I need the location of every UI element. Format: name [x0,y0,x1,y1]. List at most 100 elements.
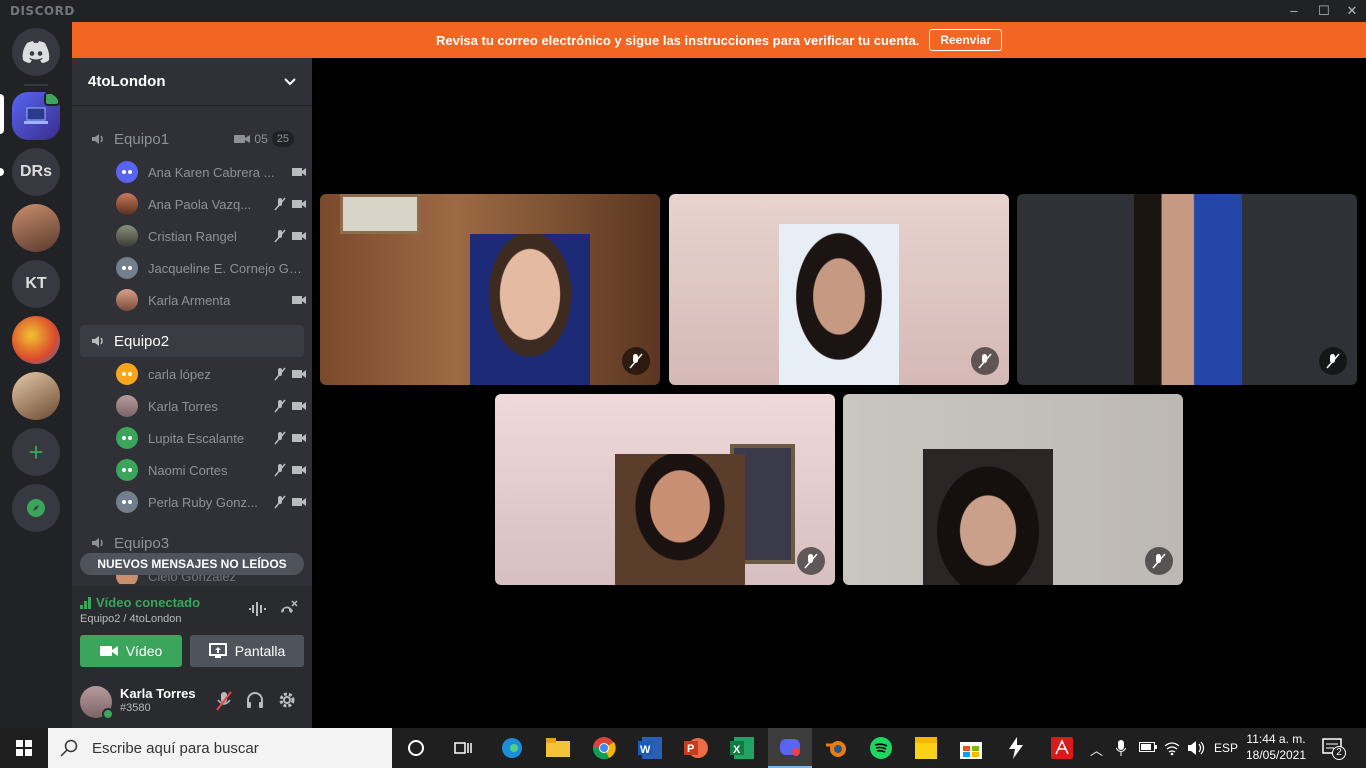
task-view-icon[interactable] [447,732,479,764]
excel-icon[interactable]: X [726,732,758,764]
microphone-icon[interactable] [1116,740,1126,756]
voice-user[interactable]: Ana Paola Vazq... [116,189,306,219]
voice-user[interactable]: Perla Ruby Gonz... [116,487,306,517]
battery-icon[interactable] [1139,742,1157,752]
notification-center-button[interactable]: 2 [1322,738,1348,760]
voice-user[interactable]: Naomi Cortes [116,455,306,485]
avatar [116,363,138,385]
guild-separator [24,84,48,86]
edge-icon[interactable] [496,732,528,764]
banner-text: Revisa tu correo electrónico y sigue las… [435,32,920,48]
discord-logo-icon [122,170,132,174]
connection-location[interactable]: Equipo2 / 4toLondon [80,613,182,625]
server-header[interactable]: 4toLondon [72,58,312,106]
explore-servers-button[interactable] [12,484,60,532]
spotify-icon[interactable] [865,732,897,764]
app-lightning-icon[interactable] [1000,732,1032,764]
camera-icon [292,200,306,208]
mic-muted-icon [274,367,286,381]
user-name: Cristian Rangel [148,228,237,244]
guild-avatar-3[interactable] [12,372,60,420]
voice-user[interactable]: Ana Karen Cabrera ... [116,157,306,187]
guild-drs[interactable]: DRs [12,148,60,196]
guild-selected-server[interactable] [12,92,60,140]
user-name: Ana Karen Cabrera ... [148,164,275,180]
mic-muted-icon[interactable] [216,691,232,711]
clock[interactable]: 11:44 a. m. 18/05/2021 [1242,731,1310,763]
user-count: 25 [271,131,294,147]
acrobat-icon[interactable] [1046,732,1078,764]
sticky-notes-icon[interactable] [910,732,942,764]
voice-user[interactable]: Karla Torres [116,391,306,421]
video-tile[interactable] [843,394,1183,585]
video-grid [312,58,1366,728]
resend-button[interactable]: Reenviar [929,29,1003,51]
user-name: Karla Armenta [148,292,231,308]
video-tile[interactable] [1017,194,1357,385]
discord-logo-icon [122,436,132,440]
svg-text:X: X [733,744,741,756]
chrome-icon[interactable] [588,732,620,764]
camera-icon [99,646,118,656]
video-button[interactable]: Vídeo [80,635,182,667]
verify-email-banner: Revisa tu correo electrónico y sigue las… [72,22,1366,58]
channel-sidebar: 4toLondon Equipo1 05 25 Ana Karen Cabrer… [72,58,312,728]
powerpoint-icon[interactable]: P [680,732,712,764]
screen-share-button[interactable]: Pantalla [190,635,304,667]
svg-text:P: P [687,743,694,755]
video-tile[interactable] [320,194,660,385]
add-server-button[interactable]: + [12,428,60,476]
headphones-icon[interactable] [246,691,264,709]
voice-user[interactable]: carla lópez [116,359,306,389]
noise-suppression-icon[interactable] [248,601,266,617]
blender-icon[interactable] [820,732,852,764]
voice-user[interactable]: Cristian Rangel [116,221,306,251]
start-button[interactable] [8,732,40,764]
voice-channel-equipo2[interactable]: Equipo2 [80,325,304,357]
new-unread-messages-bar[interactable]: NUEVOS MENSAJES NO LEÍDOS [80,553,304,575]
laptop-icon [24,107,48,124]
guild-avatar-1[interactable] [12,204,60,252]
user-name: Karla Torres [148,398,218,414]
input-language[interactable]: ESP [1214,741,1238,755]
word-icon[interactable]: W [634,732,666,764]
guild-avatar-2[interactable] [12,316,60,364]
voice-user[interactable]: Karla Armenta [116,285,306,315]
camera-icon [292,434,306,442]
mic-muted-icon [274,197,286,211]
online-status-icon [102,708,114,720]
home-button[interactable] [12,28,60,76]
taskbar-search[interactable]: Escribe aquí para buscar [48,728,392,768]
camera-icon [292,498,306,506]
close-window-button[interactable]: ✕ [1341,2,1363,20]
mic-muted-icon [274,463,286,477]
cortana-icon[interactable] [400,732,432,764]
avatar[interactable] [80,686,114,720]
disconnect-icon[interactable] [278,599,298,619]
guild-label: DRs [19,163,52,180]
video-participant [779,224,899,385]
discord-logo-icon [122,468,132,472]
guild-kt[interactable]: KT [12,260,60,308]
voice-user[interactable]: Jacqueline E. Cornejo Ga... [116,253,306,283]
chevron-up-icon[interactable]: ︿ [1090,740,1103,759]
file-explorer-icon[interactable] [542,732,574,764]
voice-channel-equipo1[interactable]: Equipo1 05 25 [80,123,304,155]
discord-taskbar-icon[interactable] [768,728,812,768]
windows-taskbar: Escribe aquí para buscar W P X ︿ ESP 11:… [0,728,1366,768]
video-tile[interactable] [495,394,835,585]
voice-user[interactable]: Lupita Escalante [116,423,306,453]
discord-logo-icon [122,500,132,504]
store-icon[interactable] [955,732,987,764]
video-button-label: Vídeo [125,643,163,659]
volume-icon[interactable] [1187,740,1205,756]
minimize-button[interactable]: – [1283,2,1305,20]
gear-icon[interactable] [278,691,296,709]
maximize-button[interactable]: ☐ [1313,2,1335,20]
mic-muted-icon [797,547,825,575]
user-tag: #3580 [120,702,151,714]
speaker-icon [92,134,103,144]
channel-name: Equipo3 [114,534,170,552]
video-tile[interactable] [669,194,1009,385]
wifi-icon[interactable] [1164,740,1180,756]
